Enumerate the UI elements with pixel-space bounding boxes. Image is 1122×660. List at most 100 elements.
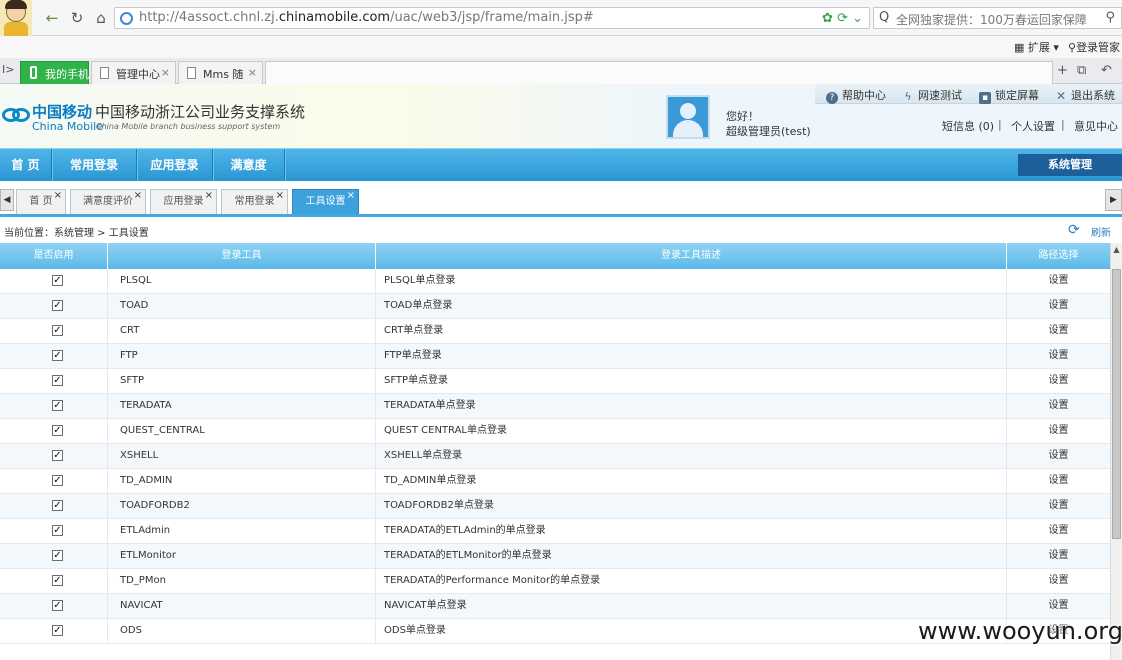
path-settings-link[interactable]: 设置 [1007,444,1110,468]
table-row: ✓ TD_ADMIN TD_ADMIN单点登录 设置 [0,469,1110,494]
nav-app-login[interactable]: 应用登录 [137,149,213,181]
enabled-cell: ✓ [0,269,108,293]
close-icon: ✕ [1055,89,1067,103]
column-header-path[interactable]: 路径选择 [1007,243,1110,269]
close-icon[interactable]: × [54,184,62,208]
nav-system-manage[interactable]: 系统管理 [1018,154,1122,176]
tab-app-login[interactable]: 应用登录 × [150,189,217,214]
path-settings-link[interactable]: 设置 [1007,319,1110,343]
reload-icon[interactable]: ↻ [67,9,87,27]
tab-scroll-left-icon[interactable]: ◀ [0,189,14,211]
feedback-link[interactable]: 意见中心 [1074,118,1118,134]
enabled-checkbox[interactable]: ✓ [52,525,63,536]
close-icon[interactable]: × [134,184,142,208]
search-input[interactable]: Q 全网独家提供：100万春运回家保障 ⚲ [873,7,1122,29]
enabled-checkbox[interactable]: ✓ [52,350,63,361]
browser-tab-blank[interactable] [265,61,1053,84]
user-name: 超级管理员(test) [726,125,811,138]
enabled-checkbox[interactable]: ✓ [52,625,63,636]
nav-common-login[interactable]: 常用登录 [52,149,137,181]
help-center-link[interactable]: ? 帮助中心 [826,87,886,107]
path-settings-link[interactable]: 设置 [1007,369,1110,393]
nav-home[interactable]: 首 页 [0,149,52,181]
table-row: ✓ PLSQL PLSQL单点登录 设置 [0,269,1110,294]
back-icon[interactable]: ← [42,9,62,27]
browser-toolbar: ← ↻ ⌂ http://4assoct.chnl.zj.chinamobile… [0,0,1122,36]
path-settings-link[interactable]: 设置 [1007,344,1110,368]
path-settings-link[interactable]: 设置 [1007,419,1110,443]
path-settings-link[interactable]: 设置 [1007,569,1110,593]
logo-cn: 中国移动 [32,103,93,121]
separator: | [1061,118,1065,131]
tool-description-cell: TD_ADMIN单点登录 [376,469,1007,493]
enabled-checkbox[interactable]: ✓ [52,575,63,586]
close-icon[interactable]: × [205,184,213,208]
home-icon[interactable]: ⌂ [91,9,111,27]
scroll-thumb[interactable] [1112,269,1121,539]
search-icon[interactable]: ⚲ [1105,10,1115,25]
tool-name-cell: QUEST_CENTRAL [108,419,376,443]
browser-tab-my-phone[interactable]: 我的手机 [20,61,89,84]
path-settings-link[interactable]: 设置 [1007,394,1110,418]
enabled-checkbox[interactable]: ✓ [52,550,63,561]
refresh-icon[interactable]: ⟳ [1068,223,1080,237]
tab-home[interactable]: 首 页 × [16,189,66,214]
enabled-checkbox[interactable]: ✓ [52,425,63,436]
extensions-button[interactable]: ▦ 扩展 ▾ [1014,39,1059,55]
enabled-checkbox[interactable]: ✓ [52,300,63,311]
tool-name-cell: PLSQL [108,269,376,293]
path-settings-link[interactable]: 设置 [1007,594,1110,618]
scroll-up-icon[interactable]: ▲ [1111,243,1122,257]
path-settings-link[interactable]: 设置 [1007,494,1110,518]
table-scrollbar[interactable]: ▲ [1110,243,1122,660]
sidebar-toggle-icon[interactable]: I> [2,63,14,76]
enabled-checkbox[interactable]: ✓ [52,275,63,286]
close-tab-icon[interactable]: × [161,66,170,79]
login-manager-button[interactable]: ⚲登录管家 [1068,39,1120,55]
browser-avatar-icon[interactable] [0,0,32,36]
personal-settings-link[interactable]: 个人设置 [1011,118,1055,134]
tab-satisfaction[interactable]: 满意度评价 × [70,189,146,214]
browser-tab-management[interactable]: 管理中心 × [91,61,176,84]
enabled-checkbox[interactable]: ✓ [52,325,63,336]
path-settings-link[interactable]: 设置 [1007,269,1110,293]
search-engine-icon[interactable]: Q [879,10,889,25]
path-settings-link[interactable]: 设置 [1007,519,1110,543]
tool-settings-table: 是否启用 登录工具 登录工具描述 路径选择 ✓ PLSQL PLSQL单点登录 设置 ✓… [0,243,1110,660]
nav-satisfaction[interactable]: 满意度 [213,149,285,181]
table-row: ✓ TOADFORDB2 TOADFORDB2单点登录 设置 [0,494,1110,519]
column-header-description[interactable]: 登录工具描述 [376,243,1007,269]
enabled-checkbox[interactable]: ✓ [52,475,63,486]
tab-scroll-right-icon[interactable]: ▶ [1105,189,1122,211]
browser-tab-mms[interactable]: Mms 随 × [178,61,263,84]
enabled-checkbox[interactable]: ✓ [52,500,63,511]
new-tab-icon[interactable]: + [1057,63,1068,78]
tab-list-icon[interactable]: ⧉ [1077,63,1086,78]
close-tab-icon[interactable]: × [248,66,257,79]
address-bar[interactable]: http://4assoct.chnl.zj.chinamobile.com/u… [114,7,870,29]
enabled-checkbox[interactable]: ✓ [52,375,63,386]
close-icon[interactable]: × [276,184,284,208]
tool-description-cell: TERADATA的Performance Monitor的单点登录 [376,569,1007,593]
undo-close-icon[interactable]: ↶ [1101,63,1112,78]
path-settings-link[interactable]: 设置 [1007,469,1110,493]
path-settings-link[interactable]: 设置 [1007,544,1110,568]
close-icon[interactable]: × [347,184,355,208]
path-settings-link[interactable]: 设置 [1007,294,1110,318]
column-header-enabled[interactable]: 是否启用 [0,243,108,269]
refresh-button[interactable]: 刷新 [1091,224,1111,239]
enabled-checkbox[interactable]: ✓ [52,600,63,611]
enabled-checkbox[interactable]: ✓ [52,450,63,461]
china-mobile-logo-icon [2,104,32,126]
messages-link[interactable]: 短信息 (0) [942,118,994,134]
enabled-cell: ✓ [0,569,108,593]
tool-description-cell: TERADATA的ETLMonitor的单点登录 [376,544,1007,568]
speed-test-link[interactable]: ϟ 网速测试 [902,87,962,107]
tab-common-login[interactable]: 常用登录 × [221,189,288,214]
column-header-tool[interactable]: 登录工具 [108,243,376,269]
logout-link[interactable]: ✕ 退出系统 [1055,87,1115,107]
security-icon[interactable]: ✿ ⟳ ⌄ [822,11,863,26]
lock-screen-link[interactable]: ▪ 锁定屏幕 [979,87,1039,107]
enabled-checkbox[interactable]: ✓ [52,400,63,411]
tab-tool-settings[interactable]: 工具设置 × [292,189,359,214]
